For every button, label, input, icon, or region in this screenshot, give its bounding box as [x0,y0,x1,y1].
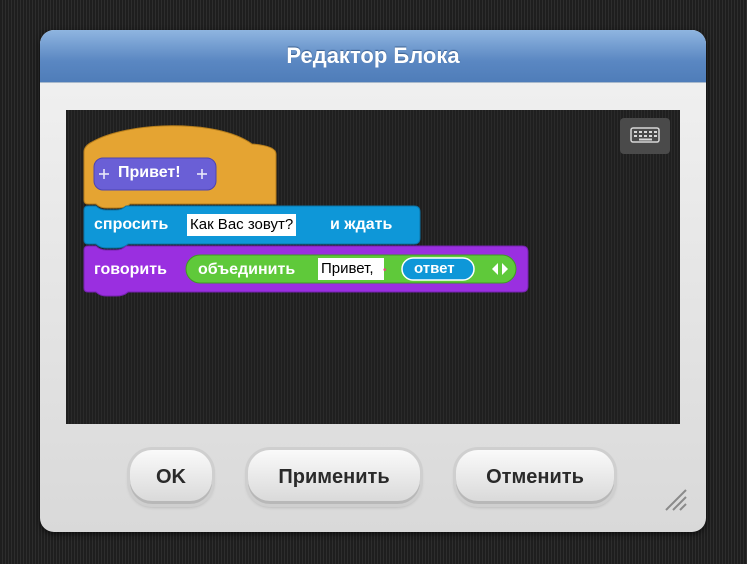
dialog-title: Редактор Блока [286,43,460,68]
resize-grip-icon[interactable] [658,482,688,512]
ask-label: спросить [94,216,169,233]
say-label: говорить [94,261,167,278]
join-text-input[interactable]: Привет, [318,258,384,280]
script-editor-area[interactable]: Привет! спросить Как Вас зовут? и ждать … [66,110,680,424]
prototype-label: Привет! [118,164,181,181]
answer-reporter-label: ответ [414,260,455,277]
cancel-button[interactable]: Отменить [456,450,614,504]
apply-button[interactable]: Применить [248,450,420,504]
block-editor-dialog: Редактор Блока Привет! спросить Как Вас … [40,30,706,532]
join-label: объединить [198,261,296,278]
ask-suffix-label: и ждать [330,216,393,233]
space-dot-icon: • [383,265,387,276]
ok-button[interactable]: OK [130,450,212,504]
title-bar[interactable]: Редактор Блока [40,30,706,83]
ask-question-input[interactable]: Как Вас зовут? [187,214,297,236]
